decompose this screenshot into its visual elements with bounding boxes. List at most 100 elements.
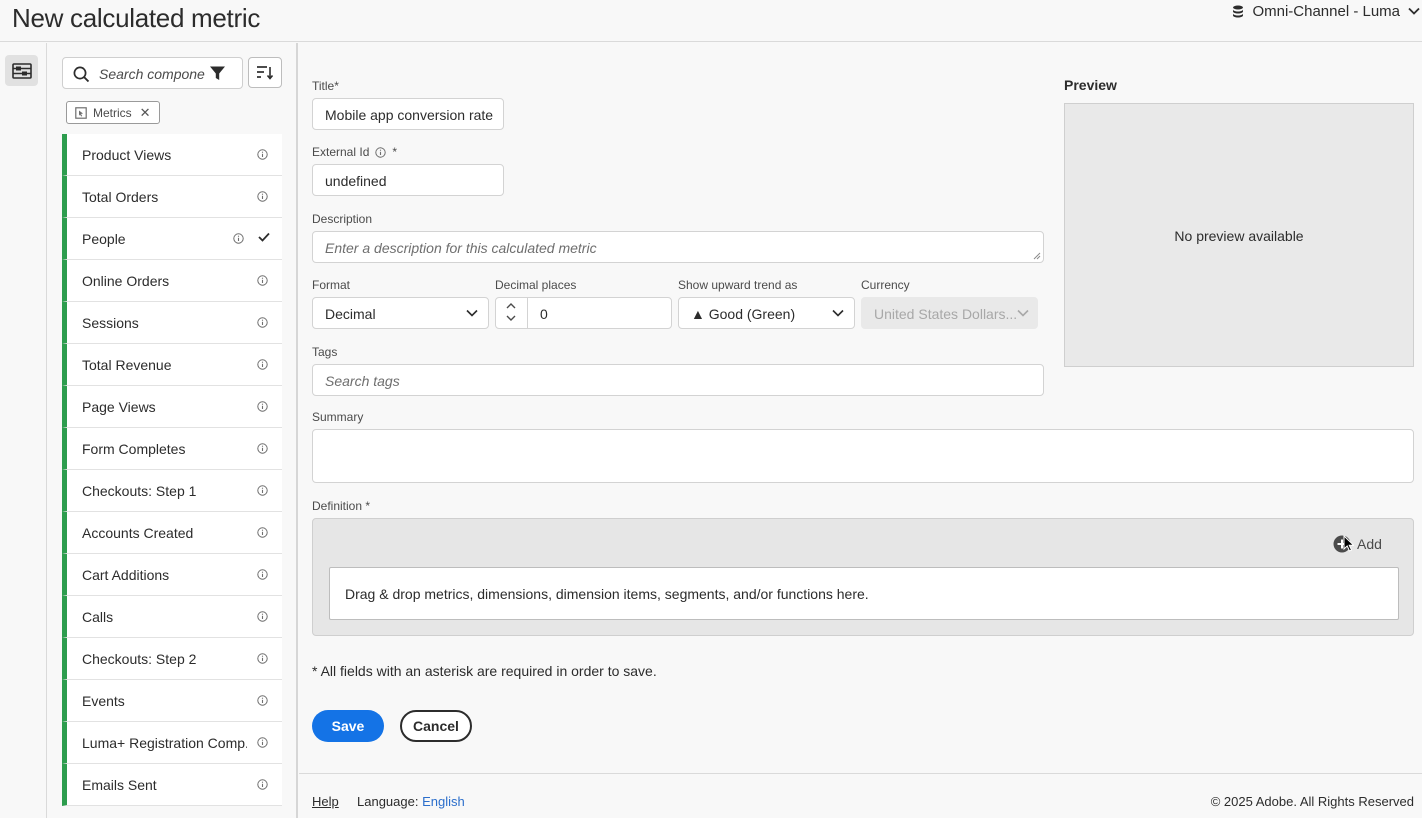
- resize-handle-icon[interactable]: [1033, 252, 1041, 260]
- close-icon[interactable]: ✕: [140, 105, 151, 121]
- panel-toggle-button[interactable]: [5, 55, 38, 86]
- component-item-label: Checkouts: Step 2: [82, 651, 197, 667]
- component-item-label: Accounts Created: [82, 525, 194, 541]
- preview-panel: No preview available: [1064, 103, 1414, 367]
- chevron-down-icon: [466, 309, 478, 317]
- help-link[interactable]: Help: [312, 794, 339, 809]
- panel-toggle-icon: [11, 62, 32, 79]
- trend-label: Show upward trend as: [678, 278, 798, 292]
- component-item[interactable]: Events: [62, 680, 282, 722]
- chip-label: Metrics: [93, 105, 132, 120]
- trend-dropdown[interactable]: ▲ Good (Green): [678, 297, 855, 329]
- trend-value: ▲ Good (Green): [691, 306, 796, 322]
- chevron-up-icon[interactable]: [506, 302, 516, 309]
- stepper-buttons[interactable]: [496, 298, 528, 328]
- currency-value: United States Dollars...: [874, 306, 1018, 322]
- decimal-places-label: Decimal places: [495, 278, 577, 292]
- component-item[interactable]: Accounts Created: [62, 512, 282, 554]
- title-field[interactable]: Mobile app conversion rate: [312, 98, 504, 130]
- currency-label: Currency: [861, 278, 910, 292]
- description-label: Description: [312, 212, 373, 226]
- info-icon[interactable]: [257, 485, 268, 496]
- drop-zone-text: Drag & drop metrics, dimensions, dimensi…: [345, 586, 869, 602]
- component-item[interactable]: Checkouts: Step 2: [62, 638, 282, 680]
- left-rail: [0, 43, 47, 818]
- info-icon[interactable]: [257, 779, 268, 790]
- definition-drop-zone[interactable]: Drag & drop metrics, dimensions, dimensi…: [329, 567, 1399, 620]
- info-icon[interactable]: [257, 401, 268, 412]
- app-header: New calculated metric Omni-Channel - Lum…: [0, 0, 1422, 42]
- chevron-down-icon: [832, 309, 844, 317]
- component-item[interactable]: Emails Sent: [62, 764, 282, 806]
- description-placeholder: Enter a description for this calculated …: [325, 240, 597, 256]
- component-item[interactable]: Total Revenue: [62, 344, 282, 386]
- component-item-label: Product Views: [82, 147, 172, 163]
- add-button[interactable]: Add: [1333, 535, 1382, 553]
- mouse-pointer-icon: [1343, 535, 1354, 552]
- external-id-label: External Id *: [312, 145, 398, 159]
- component-item-label: Events: [82, 693, 125, 709]
- info-icon[interactable]: [257, 191, 268, 202]
- component-item[interactable]: Sessions: [62, 302, 282, 344]
- info-icon[interactable]: [233, 233, 244, 244]
- search-input[interactable]: [99, 64, 205, 84]
- component-item-label: Luma+ Registration Comp...: [82, 735, 247, 751]
- component-item[interactable]: Calls: [62, 596, 282, 638]
- filter-icon[interactable]: [209, 65, 226, 82]
- currency-dropdown[interactable]: United States Dollars...: [861, 297, 1038, 329]
- save-button[interactable]: Save: [312, 710, 384, 742]
- component-item[interactable]: Luma+ Registration Comp...: [62, 722, 282, 764]
- component-item[interactable]: Product Views: [62, 134, 282, 176]
- info-icon[interactable]: [257, 317, 268, 328]
- metric-form: Title* Mobile app conversion rate Extern…: [299, 43, 1422, 773]
- component-item[interactable]: Cart Additions: [62, 554, 282, 596]
- component-item-label: Form Completes: [82, 441, 186, 457]
- info-icon[interactable]: [257, 443, 268, 454]
- component-search: [62, 57, 243, 89]
- component-item-label: Checkouts: Step 1: [82, 483, 197, 499]
- database-icon: [1232, 5, 1244, 18]
- info-icon[interactable]: [257, 275, 268, 286]
- decimal-places-stepper[interactable]: 0: [495, 297, 672, 329]
- component-item-label: Calls: [82, 609, 114, 625]
- chevron-down-icon: [1017, 309, 1029, 317]
- cancel-button[interactable]: Cancel: [400, 710, 472, 742]
- components-panel: Metrics ✕ Product Views Total Orders Peopl…: [48, 43, 298, 818]
- language-link[interactable]: English: [422, 794, 465, 809]
- component-item-label: People: [82, 231, 126, 247]
- chevron-down-icon: [1408, 7, 1420, 15]
- component-item[interactable]: People: [62, 218, 282, 260]
- component-item[interactable]: Page Views: [62, 386, 282, 428]
- chevron-down-icon[interactable]: [506, 315, 516, 322]
- info-icon[interactable]: [375, 146, 387, 158]
- description-field[interactable]: Enter a description for this calculated …: [312, 231, 1044, 263]
- info-icon[interactable]: [257, 149, 268, 160]
- component-item[interactable]: Online Orders: [62, 260, 282, 302]
- no-preview-text: No preview available: [1174, 228, 1304, 244]
- add-label: Add: [1357, 536, 1382, 552]
- component-item[interactable]: Total Orders: [62, 176, 282, 218]
- info-icon[interactable]: [257, 653, 268, 664]
- report-suite-selector[interactable]: Omni-Channel - Luma: [1232, 2, 1420, 20]
- external-id-value: undefined: [325, 173, 387, 189]
- metrics-filter-chip[interactable]: Metrics ✕: [66, 101, 160, 124]
- info-icon[interactable]: [257, 695, 268, 706]
- required-note: * All fields with an asterisk are requir…: [312, 663, 657, 679]
- title-label: Title*: [312, 79, 339, 93]
- component-item-label: Emails Sent: [82, 777, 157, 793]
- tags-field[interactable]: Search tags: [312, 364, 1044, 396]
- component-item[interactable]: Form Completes: [62, 428, 282, 470]
- info-icon[interactable]: [257, 359, 268, 370]
- info-icon[interactable]: [257, 737, 268, 748]
- info-icon[interactable]: [257, 569, 268, 580]
- tags-label: Tags: [312, 345, 338, 359]
- summary-label: Summary: [312, 410, 364, 424]
- format-dropdown[interactable]: Decimal: [312, 297, 489, 329]
- format-label: Format: [312, 278, 351, 292]
- info-icon[interactable]: [257, 611, 268, 622]
- info-icon[interactable]: [257, 527, 268, 538]
- external-id-field[interactable]: undefined: [312, 164, 504, 196]
- component-item[interactable]: Checkouts: Step 1: [62, 470, 282, 512]
- footer: Help Language: English © 2025 Adobe. All…: [299, 773, 1422, 818]
- sort-button[interactable]: [248, 57, 282, 88]
